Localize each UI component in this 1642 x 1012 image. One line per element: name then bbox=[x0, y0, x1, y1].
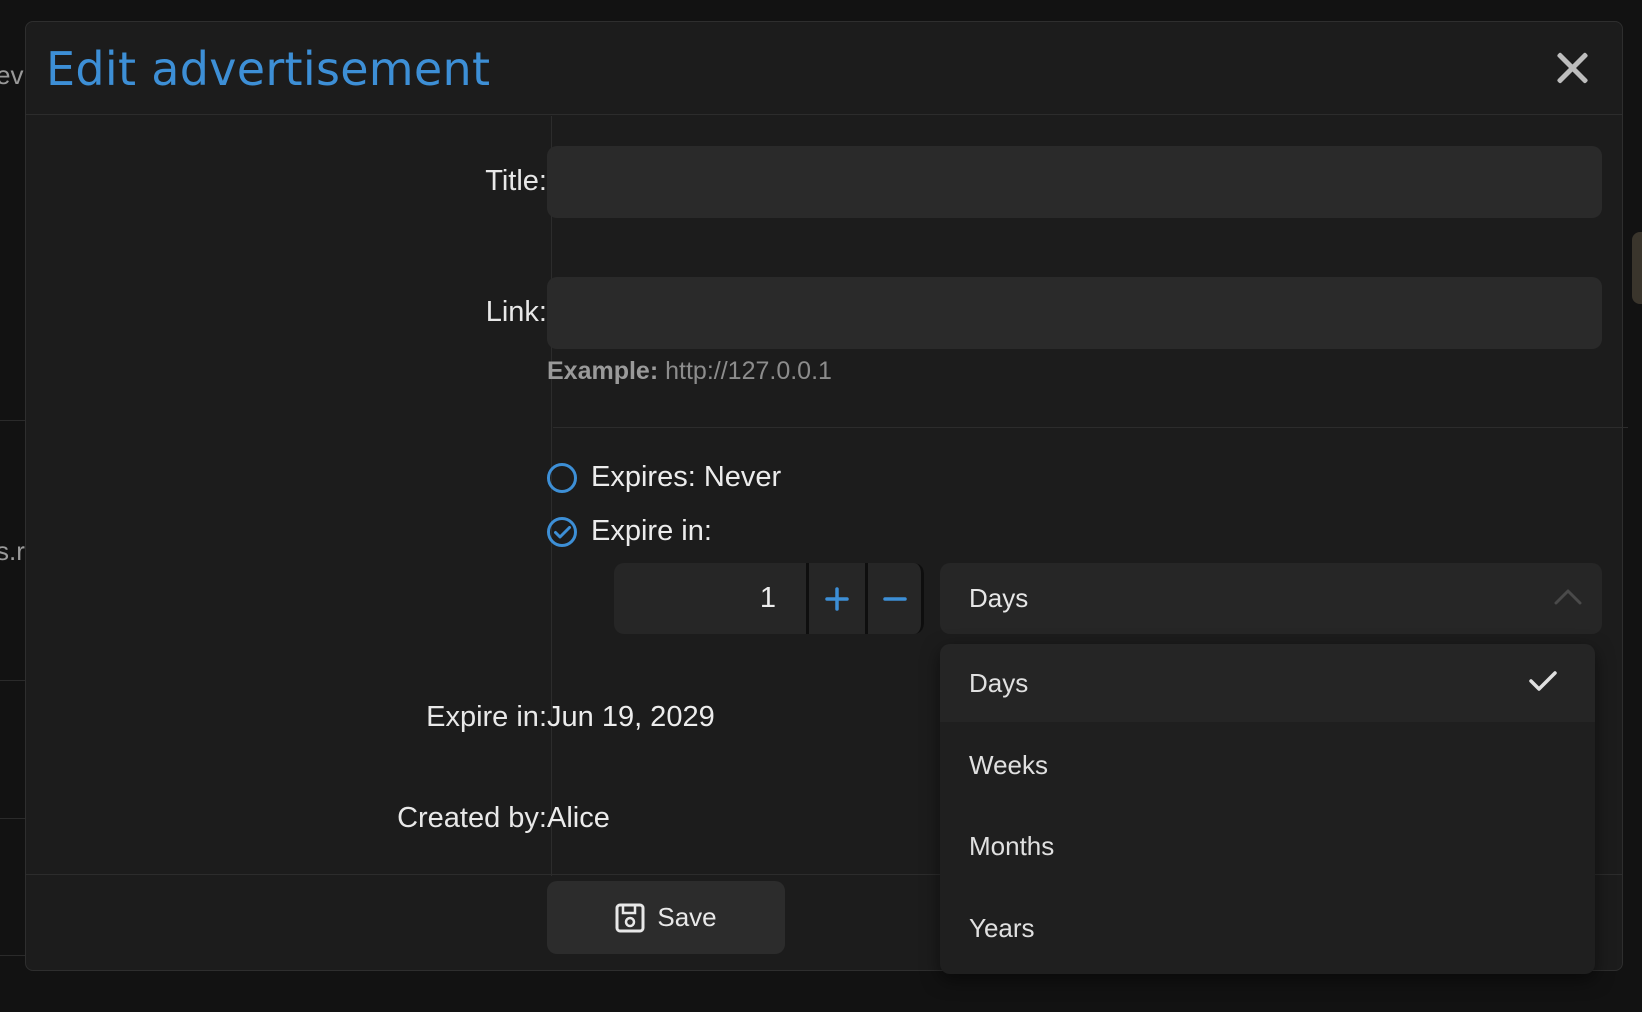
title-label: Title: bbox=[485, 165, 547, 197]
save-button[interactable]: Save bbox=[547, 881, 785, 954]
radio-expire-in-label: Expire in: bbox=[591, 515, 712, 547]
background-divider bbox=[0, 420, 28, 421]
radio-expires-never[interactable]: Expires: Never bbox=[547, 461, 781, 494]
unit-option-label: Months bbox=[969, 831, 1055, 861]
save-button-label: Save bbox=[657, 902, 717, 932]
link-label: Link: bbox=[485, 296, 547, 328]
created-by-label: Created by: bbox=[397, 802, 547, 834]
chevron-up-icon bbox=[1554, 589, 1582, 605]
minus-icon bbox=[882, 596, 907, 601]
title-input[interactable] bbox=[547, 146, 1602, 218]
unit-select-value: Days bbox=[969, 583, 1029, 613]
unit-dropdown-menu: Days Weeks Months Years bbox=[940, 644, 1595, 974]
background-text-fragment: ev bbox=[0, 60, 24, 90]
stepper-value[interactable]: 1 bbox=[614, 563, 806, 634]
close-icon[interactable] bbox=[1552, 48, 1592, 88]
expire-date-label: Expire in: bbox=[426, 701, 547, 733]
radio-expire-in[interactable]: Expire in: bbox=[547, 515, 712, 548]
unit-option-days[interactable]: Days bbox=[940, 644, 1595, 722]
decrement-button[interactable] bbox=[865, 563, 924, 634]
modal-header: Edit advertisement bbox=[26, 22, 1622, 115]
link-hint-label: Example: bbox=[547, 357, 659, 385]
checkmark-icon bbox=[554, 525, 571, 538]
unit-option-label: Weeks bbox=[969, 750, 1048, 780]
radio-checked-icon bbox=[547, 516, 577, 547]
unit-option-years[interactable]: Years bbox=[940, 889, 1595, 967]
link-input[interactable] bbox=[547, 277, 1602, 349]
background-divider bbox=[0, 818, 28, 819]
expire-date-value: Jun 19, 2029 bbox=[547, 701, 715, 733]
link-hint-value: http://127.0.0.1 bbox=[665, 357, 832, 385]
column-divider bbox=[551, 116, 552, 876]
floppy-disk-icon bbox=[615, 903, 645, 933]
unit-option-label: Days bbox=[969, 668, 1029, 698]
unit-select[interactable]: Days bbox=[940, 563, 1602, 634]
check-icon bbox=[1529, 671, 1557, 691]
radio-unchecked-icon bbox=[547, 462, 577, 493]
modal-title: Edit advertisement bbox=[46, 42, 491, 96]
unit-option-label: Years bbox=[969, 913, 1035, 943]
background-text-fragment: s.r bbox=[0, 536, 25, 566]
unit-option-weeks[interactable]: Weeks bbox=[940, 726, 1595, 804]
background-divider bbox=[0, 955, 28, 956]
unit-option-months[interactable]: Months bbox=[940, 807, 1595, 885]
background-divider bbox=[0, 680, 28, 681]
created-by-value: Alice bbox=[547, 802, 610, 834]
background-side-tab bbox=[1632, 232, 1642, 304]
radio-expires-never-label: Expires: Never bbox=[591, 461, 782, 493]
link-hint: Example: http://127.0.0.1 bbox=[547, 357, 832, 386]
quantity-stepper: 1 bbox=[614, 563, 924, 634]
increment-button[interactable] bbox=[806, 563, 865, 634]
plus-icon bbox=[825, 586, 849, 611]
section-divider bbox=[553, 427, 1628, 428]
